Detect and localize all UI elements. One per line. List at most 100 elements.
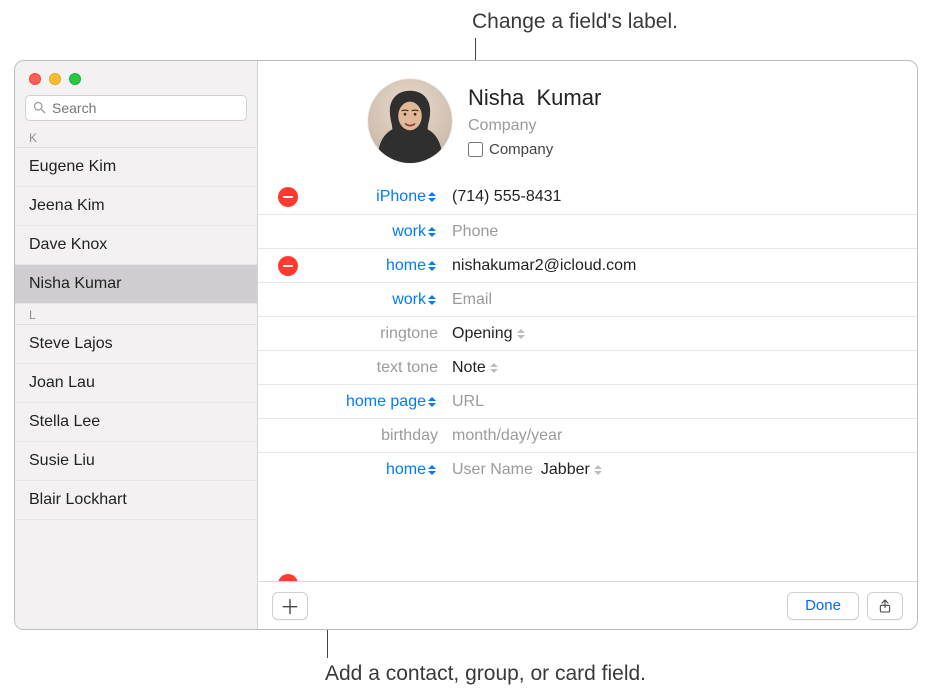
list-item[interactable]: Stella Lee — [15, 403, 257, 442]
ringtone-value: Opening — [452, 325, 513, 343]
list-item[interactable]: Steve Lajos — [15, 325, 257, 364]
remove-spacer — [278, 222, 298, 242]
remove-spacer — [278, 290, 298, 310]
remove-spacer — [278, 358, 298, 378]
list-item[interactable]: Blair Lockhart — [15, 481, 257, 520]
placeholder-text: User Name — [452, 461, 533, 479]
label-email-work[interactable]: work — [304, 291, 444, 309]
field-list: iPhone (714) 555-8431 work Phone — [258, 180, 917, 486]
stepper-icon — [428, 258, 438, 274]
detail-toolbar: ＋ Done — [258, 581, 917, 629]
list-item[interactable]: Eugene Kim — [15, 148, 257, 187]
list-item[interactable]: Jeena Kim — [15, 187, 257, 226]
search-field-wrap — [25, 95, 247, 121]
label-ringtone: ringtone — [304, 325, 444, 343]
im-service-select[interactable]: Jabber — [541, 461, 604, 479]
list-item[interactable]: Dave Knox — [15, 226, 257, 265]
share-icon — [877, 597, 893, 615]
label-birthday: birthday — [304, 427, 444, 445]
stepper-icon — [428, 224, 438, 240]
label-email-home[interactable]: home — [304, 257, 444, 275]
label-text: home page — [346, 393, 426, 411]
list-item[interactable]: Susie Liu — [15, 442, 257, 481]
done-button[interactable]: Done — [787, 592, 859, 620]
search-input[interactable] — [25, 95, 247, 121]
add-button[interactable]: ＋ — [272, 592, 308, 620]
avatar[interactable] — [368, 79, 452, 163]
stepper-icon — [594, 462, 604, 478]
search-icon — [32, 100, 47, 115]
remove-spacer — [278, 324, 298, 344]
placeholder-text: Email — [452, 291, 492, 309]
stepper-icon — [517, 326, 527, 342]
remove-spacer — [278, 460, 298, 480]
field-phone-work: work Phone — [258, 214, 917, 248]
value-homepage[interactable]: URL — [444, 393, 917, 411]
last-name[interactable]: Kumar — [536, 85, 601, 110]
remove-phone-iphone[interactable] — [278, 187, 298, 207]
share-button[interactable] — [867, 592, 903, 620]
close-button[interactable] — [29, 73, 41, 85]
field-ringtone: ringtone Opening — [258, 316, 917, 350]
placeholder-text: Phone — [452, 223, 498, 241]
field-homepage: home page URL — [258, 384, 917, 418]
list-item[interactable]: Joan Lau — [15, 364, 257, 403]
contacts-window: K Eugene Kim Jeena Kim Dave Knox Nisha K… — [14, 60, 918, 630]
placeholder-text: URL — [452, 393, 484, 411]
value-ringtone[interactable]: Opening — [444, 325, 917, 343]
field-birthday: birthday month/day/year — [258, 418, 917, 452]
contact-list[interactable]: K Eugene Kim Jeena Kim Dave Knox Nisha K… — [15, 127, 257, 629]
avatar-image — [368, 79, 452, 163]
stepper-icon — [428, 292, 438, 308]
field-im-home: home User Name Jabber — [258, 452, 917, 486]
company-checkbox-row[interactable]: Company — [468, 141, 601, 158]
label-texttone: text tone — [304, 359, 444, 377]
im-service-value: Jabber — [541, 461, 590, 479]
stepper-icon — [428, 394, 438, 410]
value-phone-iphone[interactable]: (714) 555-8431 — [444, 188, 917, 206]
value-phone-work[interactable]: Phone — [444, 223, 917, 241]
minimize-button[interactable] — [49, 73, 61, 85]
callout-change-label: Change a field's label. — [472, 10, 678, 34]
label-homepage[interactable]: home page — [304, 393, 444, 411]
label-text: work — [392, 291, 426, 309]
remove-email-home[interactable] — [278, 256, 298, 276]
value-texttone[interactable]: Note — [444, 359, 917, 377]
contact-header: Nisha Kumar Company Company — [258, 61, 917, 180]
label-text: ringtone — [380, 325, 438, 343]
remove-spacer — [278, 392, 298, 412]
section-header-l: L — [15, 304, 257, 325]
company-checkbox[interactable] — [468, 142, 483, 157]
label-text: work — [392, 223, 426, 241]
remove-spacer — [278, 426, 298, 446]
stepper-icon — [428, 189, 438, 205]
contact-name[interactable]: Nisha Kumar — [468, 85, 601, 111]
stepper-icon — [490, 360, 500, 376]
list-item-selected[interactable]: Nisha Kumar — [15, 265, 257, 304]
value-birthday[interactable]: month/day/year — [444, 427, 917, 445]
sidebar: K Eugene Kim Jeena Kim Dave Knox Nisha K… — [15, 61, 258, 629]
label-text: home — [386, 461, 426, 479]
callout-add-field: Add a contact, group, or card field. — [325, 662, 646, 686]
texttone-value: Note — [452, 359, 486, 377]
label-text: home — [386, 257, 426, 275]
field-email-work: work Email — [258, 282, 917, 316]
label-phone-work[interactable]: work — [304, 223, 444, 241]
company-checkbox-label: Company — [489, 141, 553, 158]
zoom-button[interactable] — [69, 73, 81, 85]
window-controls — [15, 61, 257, 95]
field-email-home: home nishakumar2@icloud.com — [258, 248, 917, 282]
label-phone-iphone[interactable]: iPhone — [304, 188, 444, 206]
label-im-home[interactable]: home — [304, 461, 444, 479]
field-phone-iphone: iPhone (714) 555-8431 — [258, 180, 917, 214]
placeholder-text: month/day/year — [452, 427, 562, 445]
company-field[interactable]: Company — [468, 117, 601, 135]
value-email-home[interactable]: nishakumar2@icloud.com — [444, 257, 917, 275]
stepper-icon — [428, 462, 438, 478]
label-text: text tone — [377, 359, 438, 377]
value-im-home[interactable]: User Name Jabber — [444, 461, 917, 479]
value-email-work[interactable]: Email — [444, 291, 917, 309]
section-header-k: K — [15, 127, 257, 148]
first-name[interactable]: Nisha — [468, 85, 524, 110]
field-texttone: text tone Note — [258, 350, 917, 384]
